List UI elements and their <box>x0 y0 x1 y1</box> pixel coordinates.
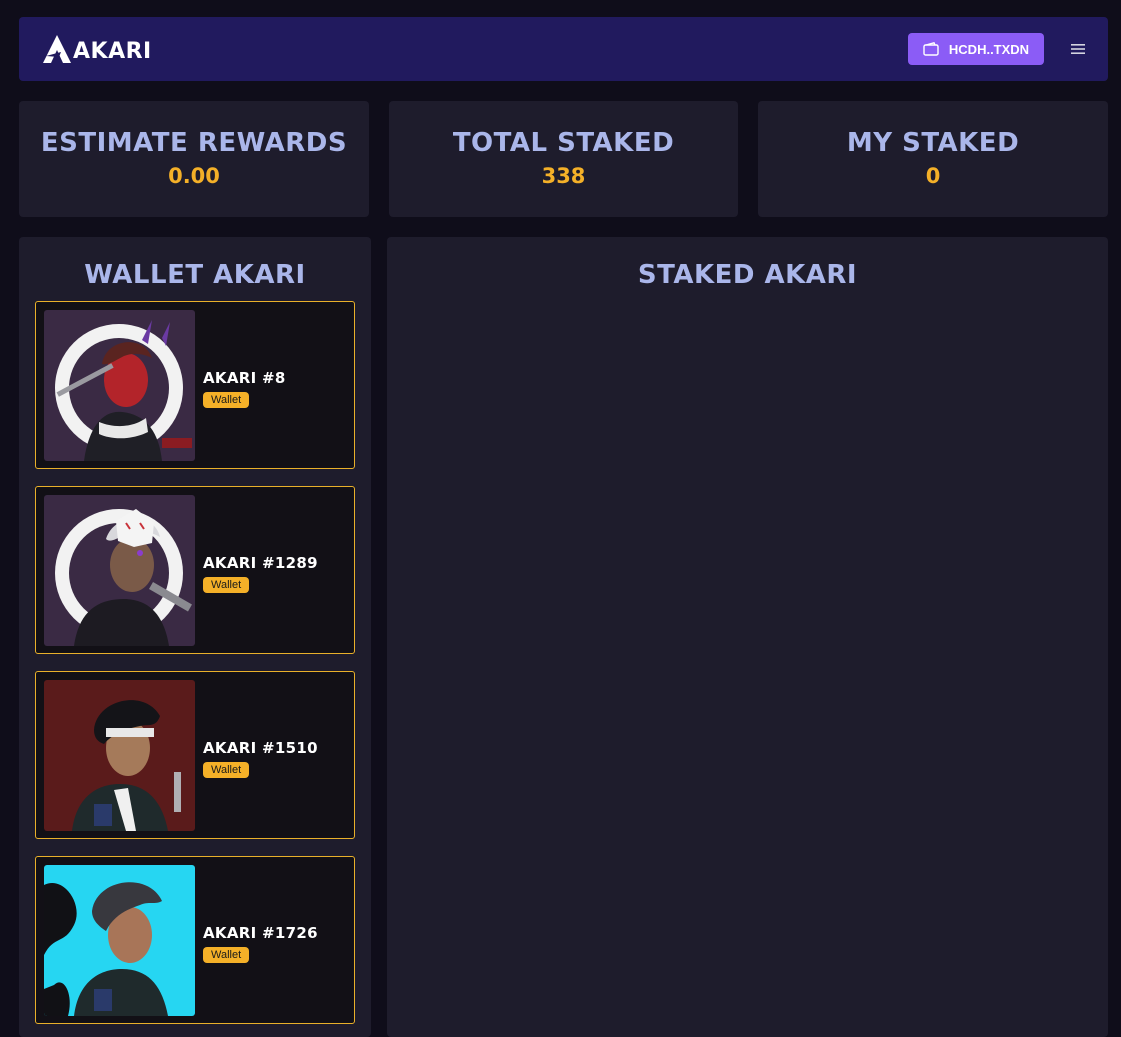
total-staked-card: TOTAL STAKED 338 <box>389 101 738 217</box>
estimate-rewards-card: ESTIMATE REWARDS 0.00 <box>19 101 369 217</box>
nft-card-akari-8[interactable]: AKARI #8 Wallet <box>35 301 355 469</box>
my-staked-title: MY STAKED <box>846 128 1020 158</box>
nft-image-akari-8 <box>44 310 195 461</box>
top-navbar: AKARI HCDH..TXDN <box>19 17 1108 81</box>
estimate-rewards-title: ESTIMATE REWARDS <box>40 128 348 158</box>
akari-logo-icon <box>43 35 71 63</box>
total-staked-title: TOTAL STAKED <box>452 128 675 158</box>
wallet-panel: WALLET AKARI AKARI #8 Wallet AKARI #1289… <box>19 237 371 1037</box>
staked-panel-title: STAKED AKARI <box>637 260 858 290</box>
nft-image-akari-1726 <box>44 865 195 1016</box>
nft-name: AKARI #8 <box>203 369 286 387</box>
brand-name: AKARI <box>73 39 152 64</box>
wallet-badge: Wallet <box>203 577 250 593</box>
total-staked-value: 338 <box>541 164 586 188</box>
staked-panel: STAKED AKARI <box>387 237 1108 1037</box>
wallet-badge: Wallet <box>203 947 250 963</box>
wallet-icon <box>923 42 939 56</box>
my-staked-value: 0 <box>925 164 941 188</box>
wallet-panel-title: WALLET AKARI <box>84 260 306 290</box>
hamburger-menu-icon <box>1071 44 1085 54</box>
wallet-badge: Wallet <box>203 392 250 408</box>
estimate-rewards-value: 0.00 <box>168 164 220 188</box>
nft-name: AKARI #1726 <box>203 924 318 942</box>
nft-name: AKARI #1289 <box>203 554 318 572</box>
nft-card-akari-1726[interactable]: AKARI #1726 Wallet <box>35 856 355 1024</box>
brand-logo[interactable]: AKARI <box>43 35 152 63</box>
nft-image-akari-1289 <box>44 495 195 646</box>
my-staked-card: MY STAKED 0 <box>758 101 1108 217</box>
nft-card-akari-1289[interactable]: AKARI #1289 Wallet <box>35 486 355 654</box>
nft-image-akari-1510 <box>44 680 195 831</box>
wallet-address-label: HCDH..TXDN <box>948 41 1030 57</box>
nft-name: AKARI #1510 <box>203 739 318 757</box>
wallet-badge: Wallet <box>203 762 250 778</box>
menu-button[interactable] <box>1066 37 1090 61</box>
nft-card-akari-1510[interactable]: AKARI #1510 Wallet <box>35 671 355 839</box>
wallet-address-button[interactable]: HCDH..TXDN <box>908 33 1044 65</box>
